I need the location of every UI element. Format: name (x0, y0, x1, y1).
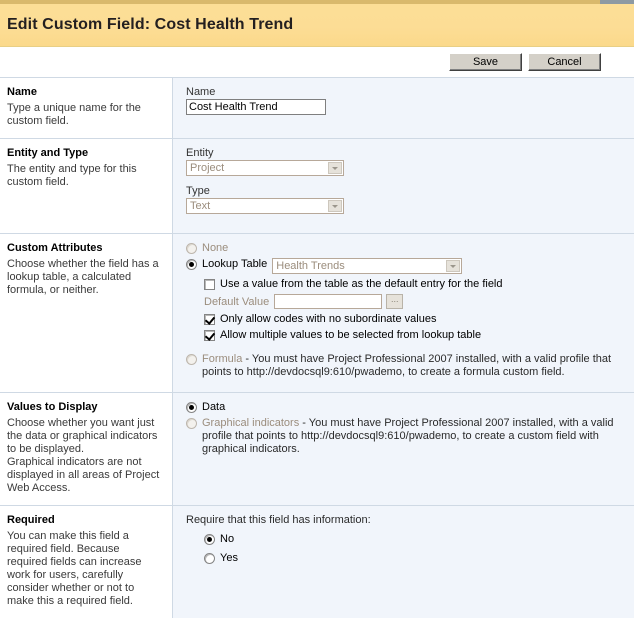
page-title: Edit Custom Field: Cost Health Trend (7, 16, 294, 33)
radio-lookup-table-icon[interactable] (186, 259, 197, 270)
section-name-heading: Name (7, 86, 37, 98)
default-value-row: Default Value ... (204, 294, 624, 309)
section-values-to-display-right: Data Graphical indicators - You must hav… (173, 393, 634, 505)
option-data-label: Data (202, 401, 226, 413)
type-select-value: Text (190, 200, 211, 212)
section-entity-type-description: The entity and type for this custom fiel… (7, 163, 137, 188)
option-lookup-table[interactable]: Lookup Table Health Trends (186, 258, 624, 274)
option-formula[interactable]: Formula - You must have Project Professi… (186, 353, 624, 379)
chevron-down-icon[interactable] (446, 260, 461, 272)
checkbox-use-default-entry-icon[interactable] (204, 279, 215, 290)
cancel-button[interactable]: Cancel (528, 53, 601, 71)
default-value-input[interactable] (274, 294, 383, 309)
entity-select[interactable]: Project (186, 160, 344, 176)
section-custom-attributes: Custom Attributes Choose whether the fie… (0, 233, 634, 392)
section-required-heading: Required (7, 514, 55, 526)
option-none[interactable]: None (186, 242, 624, 255)
section-name: Name Type a unique name for the custom f… (0, 77, 634, 138)
type-field-group: Type Text (186, 185, 624, 214)
option-graphical-indicators[interactable]: Graphical indicators - You must have Pro… (186, 417, 624, 456)
option-required-no[interactable]: No (204, 533, 624, 546)
option-formula-note: - You must have Project Professional 200… (202, 353, 612, 378)
section-entity-type-right: Entity Project Type Text (173, 139, 634, 233)
section-name-right: Name (173, 78, 634, 138)
option-graphical-indicators-text: Graphical indicators - You must have Pro… (202, 417, 624, 456)
option-none-label: None (202, 242, 229, 254)
default-value-picker-button[interactable]: ... (386, 294, 404, 309)
option-formula-text: Formula - You must have Project Professi… (202, 353, 624, 379)
lookup-table-select-value: Health Trends (276, 260, 345, 272)
section-entity-type-left: Entity and Type The entity and type for … (0, 139, 173, 233)
section-required-description: You can make this field a required field… (7, 530, 142, 607)
option-data[interactable]: Data (186, 401, 624, 414)
option-allow-multiple[interactable]: Allow multiple values to be selected fro… (204, 329, 624, 342)
top-right-grey-tab (600, 0, 634, 4)
option-lookup-table-label: Lookup Table (202, 258, 268, 270)
section-custom-attributes-left: Custom Attributes Choose whether the fie… (0, 234, 173, 392)
section-entity-type: Entity and Type The entity and type for … (0, 138, 634, 233)
option-only-codes[interactable]: Only allow codes with no subordinate val… (204, 313, 624, 326)
name-input[interactable] (186, 99, 326, 115)
save-button[interactable]: Save (449, 53, 522, 71)
radio-formula-icon[interactable] (186, 354, 197, 365)
checkbox-only-codes-icon[interactable] (204, 314, 215, 325)
section-name-left: Name Type a unique name for the custom f… (0, 78, 173, 138)
chevron-down-icon[interactable] (328, 200, 342, 212)
section-name-description: Type a unique name for the custom field. (7, 102, 141, 127)
option-required-yes[interactable]: Yes (204, 552, 624, 565)
name-field-label: Name (186, 86, 216, 98)
radio-required-no-icon[interactable] (204, 534, 215, 545)
section-custom-attributes-description: Choose whether the field has a lookup ta… (7, 258, 159, 296)
option-only-codes-label: Only allow codes with no subordinate val… (220, 313, 437, 325)
section-values-to-display-left: Values to Display Choose whether you wan… (0, 393, 173, 505)
section-values-to-display: Values to Display Choose whether you wan… (0, 392, 634, 505)
top-edge-strip (0, 0, 634, 4)
checkbox-allow-multiple-icon[interactable] (204, 330, 215, 341)
type-select[interactable]: Text (186, 198, 344, 214)
entity-field-label: Entity (186, 147, 214, 159)
section-required-right: Require that this field has information:… (173, 506, 634, 618)
option-formula-label: Formula (202, 353, 243, 365)
chevron-down-icon[interactable] (328, 162, 342, 174)
radio-graphical-indicators-icon[interactable] (186, 418, 197, 429)
section-custom-attributes-heading: Custom Attributes (7, 242, 103, 254)
option-use-default-entry[interactable]: Use a value from the table as the defaul… (204, 278, 624, 291)
section-values-to-display-heading: Values to Display (7, 401, 98, 413)
lookup-table-select[interactable]: Health Trends (272, 258, 463, 274)
section-values-to-display-description: Choose whether you want just the data or… (7, 417, 160, 494)
option-allow-multiple-label: Allow multiple values to be selected fro… (220, 329, 482, 341)
page-banner: Edit Custom Field: Cost Health Trend (0, 4, 634, 47)
default-value-label: Default Value (204, 295, 270, 308)
section-entity-type-heading: Entity and Type (7, 147, 89, 159)
action-bar: Save Cancel (0, 47, 634, 77)
section-required-left: Required You can make this field a requi… (0, 506, 173, 618)
option-required-yes-label: Yes (220, 552, 238, 564)
section-custom-attributes-right: None Lookup Table Health Trends Use a va… (173, 234, 634, 392)
entity-field-group: Entity Project (186, 147, 624, 176)
option-use-default-entry-label: Use a value from the table as the defaul… (220, 278, 503, 290)
radio-data-icon[interactable] (186, 402, 197, 413)
type-field-label: Type (186, 185, 210, 197)
required-prompt: Require that this field has information: (186, 514, 371, 526)
option-required-no-label: No (220, 533, 235, 545)
radio-none-icon[interactable] (186, 243, 197, 254)
radio-required-yes-icon[interactable] (204, 553, 215, 564)
option-graphical-indicators-label: Graphical indicators (202, 417, 300, 429)
entity-select-value: Project (190, 162, 225, 174)
section-required: Required You can make this field a requi… (0, 505, 634, 618)
